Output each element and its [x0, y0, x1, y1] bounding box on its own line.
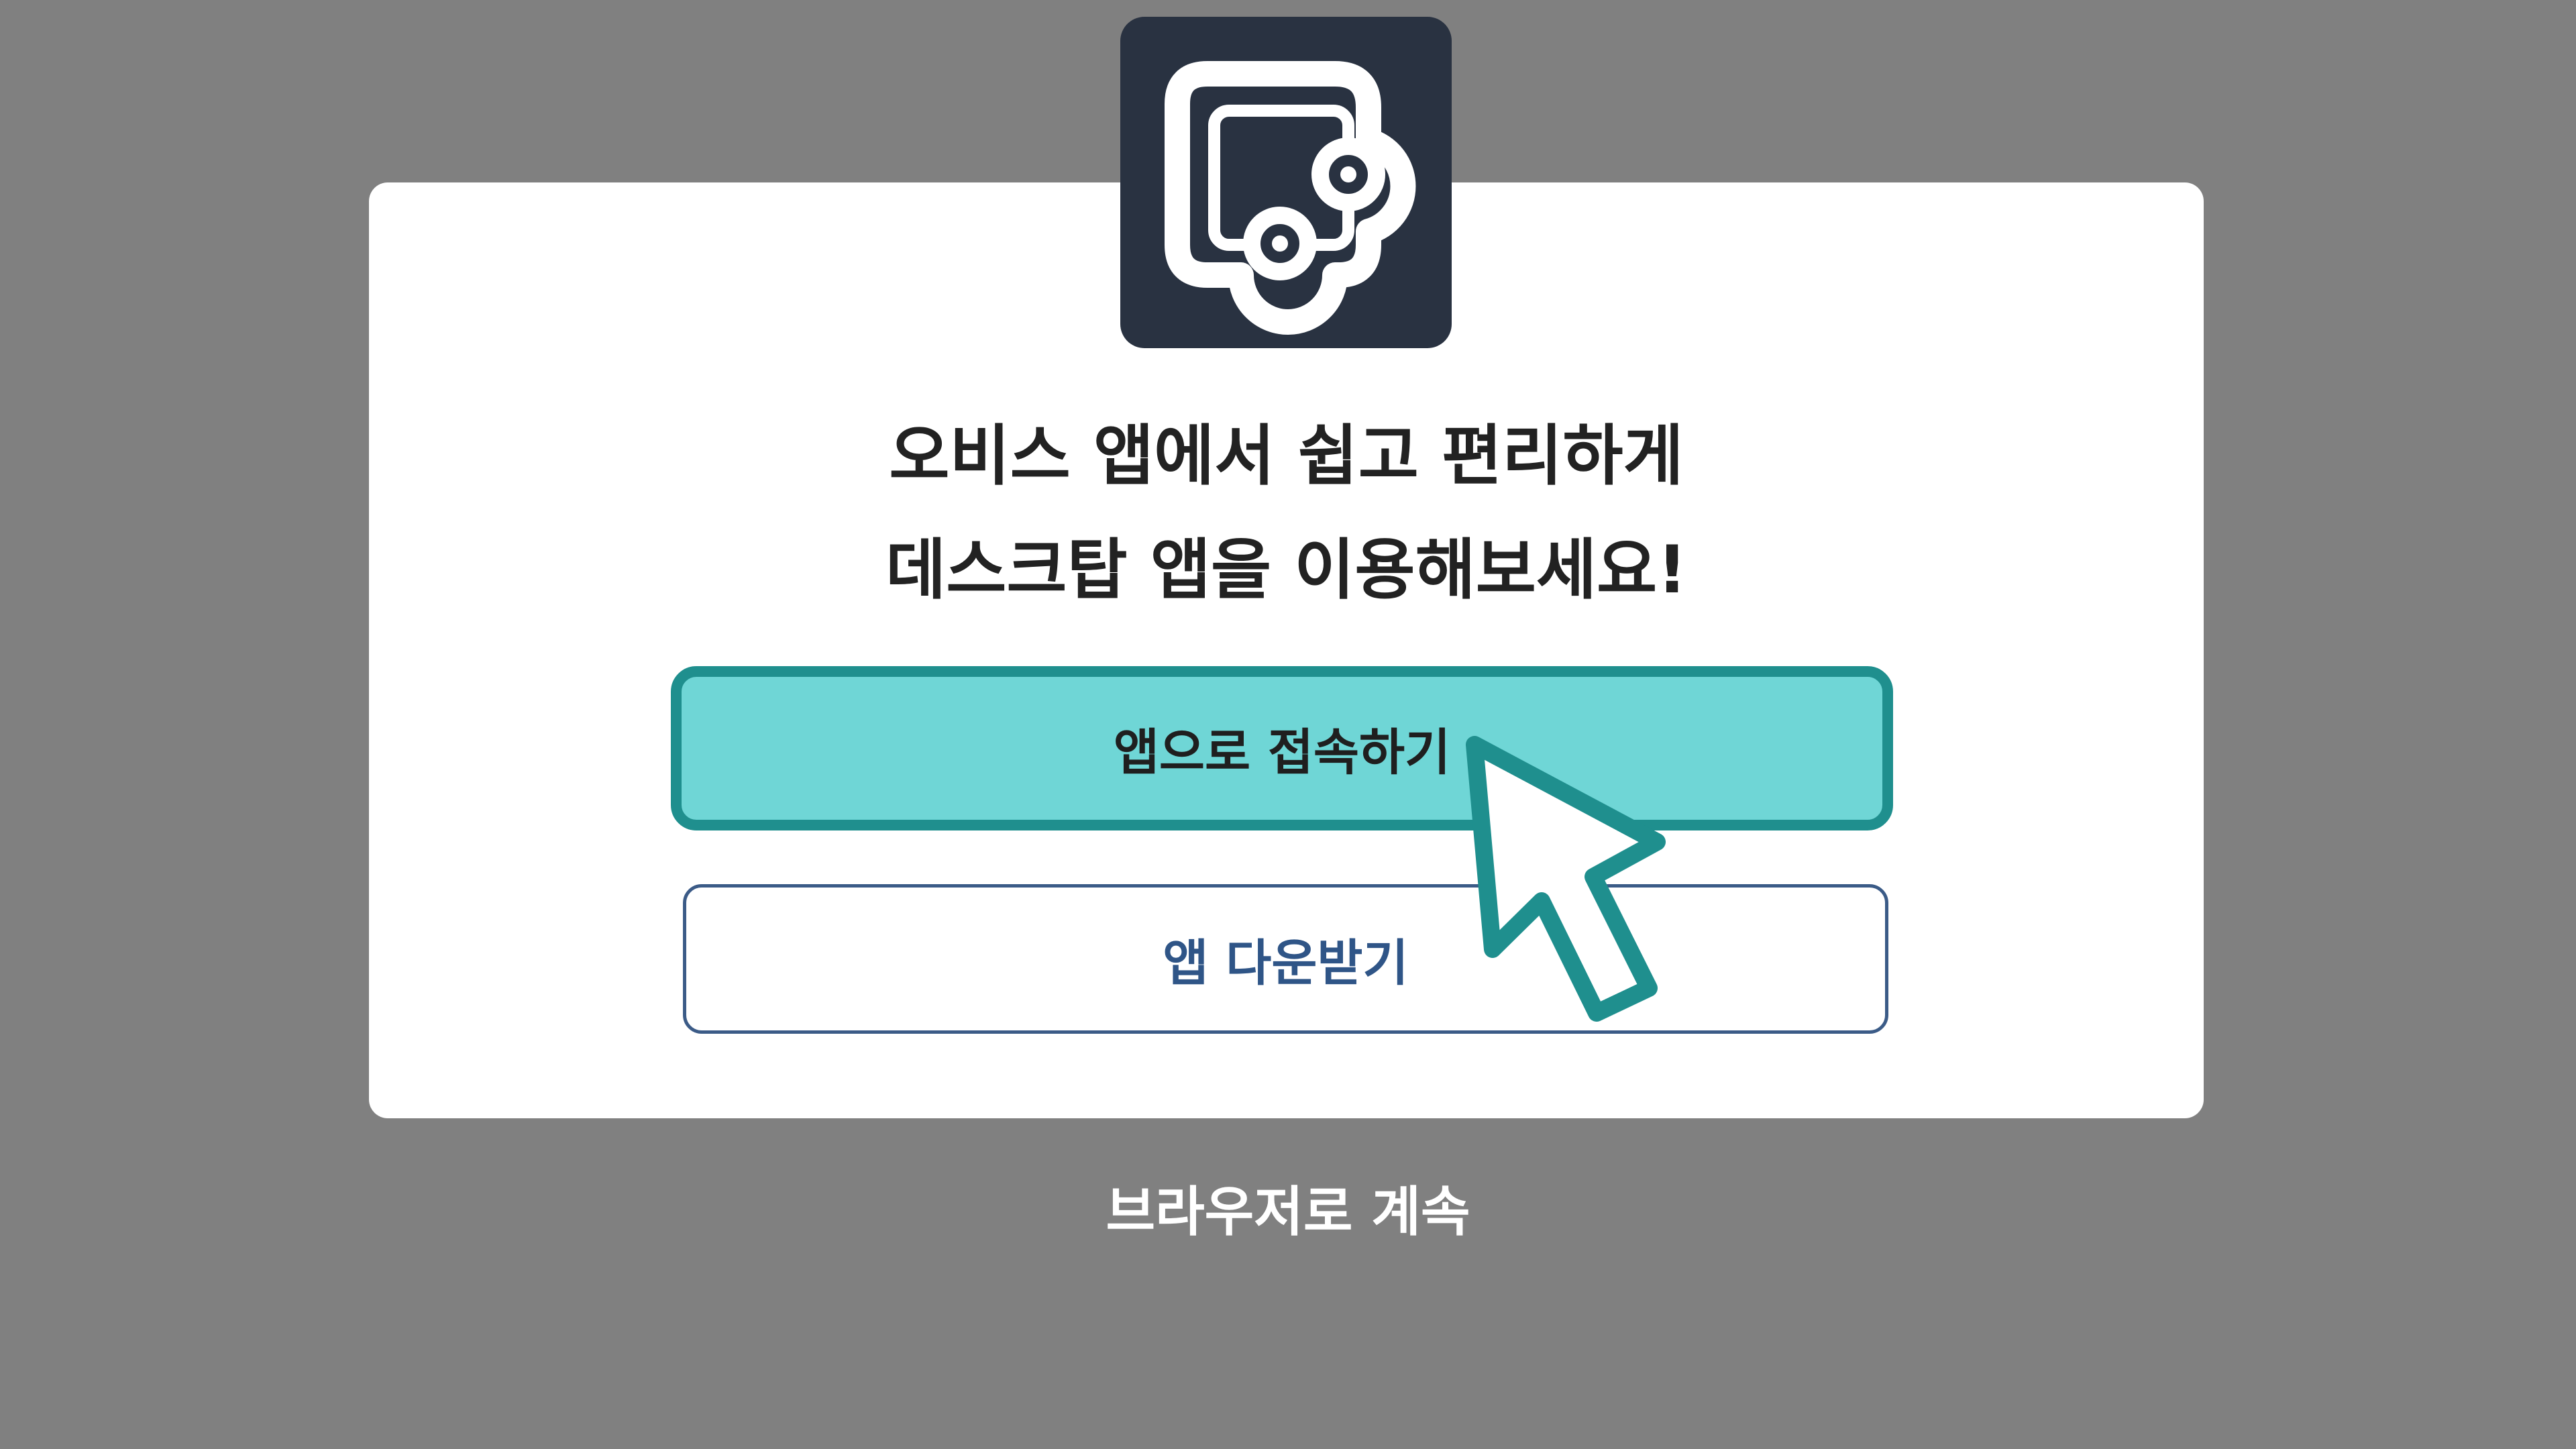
dialog-headline-line1: 오비스 앱에서 쉽고 편리하게: [889, 418, 1684, 494]
open-in-app-button-label: 앱으로 접속하기: [1113, 724, 1451, 782]
mouse-pointer-icon: [1466, 736, 1666, 1022]
app-logo-icon: [1165, 61, 1416, 335]
app-logo-tile: [1120, 17, 1452, 348]
download-app-button-label: 앱 다운받기: [1163, 934, 1409, 992]
open-in-app-button[interactable]: 앱으로 접속하기: [671, 666, 1893, 830]
dialog-headline-line2: 데스크탑 앱을 이용해보세요!: [885, 532, 1687, 608]
download-app-button[interactable]: 앱 다운받기: [683, 884, 1888, 1034]
continue-in-browser-link[interactable]: 브라우저로 계속: [939, 1175, 1637, 1249]
